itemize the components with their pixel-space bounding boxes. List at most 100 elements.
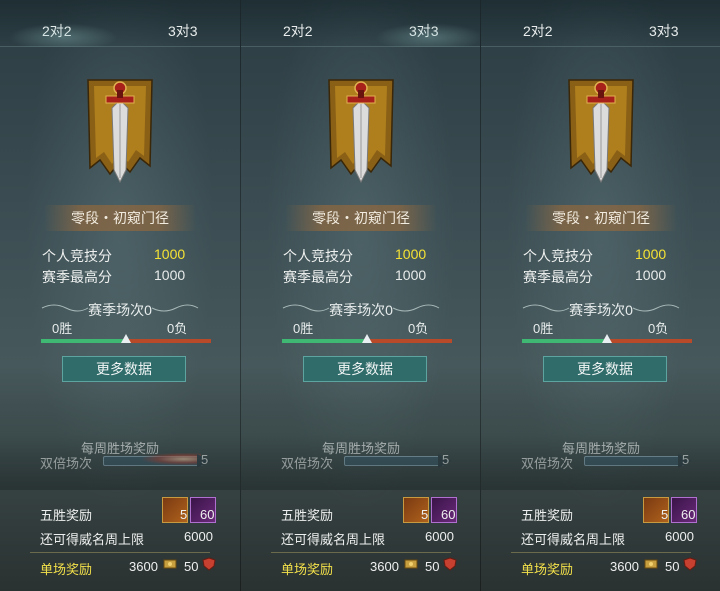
coin-icon — [644, 559, 658, 569]
tab-3v3[interactable]: 3对3 — [168, 21, 198, 41]
season-best-value: 1000 — [154, 267, 186, 283]
reward-gold-count: 5 — [180, 507, 188, 522]
season-matches: 赛季场次0 — [88, 302, 152, 318]
season-matches: 赛季场次0 — [569, 302, 633, 318]
personal-score-value: 1000 — [154, 246, 186, 262]
double-matches-label: 双倍场次 — [40, 456, 93, 471]
divider — [511, 552, 691, 553]
right-ornament-icon — [632, 304, 680, 312]
personal-score-value: 1000 — [635, 246, 667, 262]
fame-shield-icon — [202, 557, 216, 571]
five-win-label: 五胜奖励 — [281, 508, 334, 523]
rank-name: 零段・初窥门径 — [525, 205, 677, 231]
fame-cap-label: 还可得威名周上限 — [40, 532, 145, 547]
wins-count: 0胜 — [52, 321, 73, 336]
wins-count: 0胜 — [293, 321, 314, 336]
win-loss-bar — [282, 334, 452, 343]
mode-tabs: 2对2 3对3 — [0, 0, 240, 47]
coin-icon — [163, 559, 177, 569]
tab-3v3[interactable]: 3对3 — [649, 21, 679, 41]
win-segment — [41, 339, 126, 343]
rank-name: 零段・初窥门径 — [44, 205, 196, 231]
reward-purple-count: 60 — [200, 507, 215, 522]
right-ornament-icon — [392, 304, 440, 312]
arena-panel-3: 2对2 3对3 零段・初窥门径 个人竞技分 1000 赛季最高分 1000 赛季… — [480, 0, 720, 591]
more-data-button[interactable]: 更多数据 — [543, 356, 667, 382]
fame-cap-value: 6000 — [665, 529, 694, 544]
fame-cap-label: 还可得威名周上限 — [281, 532, 386, 547]
double-matches-label: 双倍场次 — [281, 456, 334, 471]
personal-score-label: 个人竞技分 — [523, 248, 593, 264]
reward-purple-count: 60 — [681, 507, 696, 522]
losses-count: 0负 — [648, 321, 669, 336]
tab-2v2[interactable]: 2对2 — [523, 21, 553, 41]
loss-segment — [367, 339, 452, 343]
personal-score-value: 1000 — [395, 246, 427, 262]
wins-count: 0胜 — [533, 321, 554, 336]
weekly-progress-bar: 5 — [344, 452, 456, 468]
rank-name: 零段・初窥门径 — [285, 205, 437, 231]
single-reward-coin: 3600 — [370, 559, 399, 574]
losses-count: 0负 — [408, 321, 429, 336]
double-matches-label: 双倍场次 — [521, 456, 574, 471]
season-best-label: 赛季最高分 — [523, 269, 593, 285]
double-matches-value: 5 — [442, 452, 450, 467]
tab-3v3[interactable]: 3对3 — [375, 21, 481, 47]
divider — [30, 552, 210, 553]
more-data-button[interactable]: 更多数据 — [303, 356, 427, 382]
sword-banner-emblem-icon — [87, 79, 153, 184]
win-segment — [522, 339, 607, 343]
arena-panel-1: 2对2 3对3 零段・初窥门径 个人竞技分 1000 赛季最高分 1000 赛季… — [0, 0, 240, 591]
right-ornament-icon — [151, 304, 199, 312]
mode-tabs: 2对2 3对3 — [481, 0, 720, 47]
personal-score-label: 个人竞技分 — [42, 248, 112, 264]
win-ratio-marker-icon — [121, 334, 131, 343]
weekly-progress-track — [344, 456, 444, 466]
loss-segment — [607, 339, 692, 343]
loss-segment — [126, 339, 211, 343]
fame-cap-value: 6000 — [425, 529, 454, 544]
weekly-progress-glow — [143, 453, 201, 465]
win-ratio-marker-icon — [602, 334, 612, 343]
single-reward-label: 单场奖励 — [40, 562, 93, 577]
season-best-label: 赛季最高分 — [42, 269, 112, 285]
fame-shield-icon — [443, 557, 457, 571]
double-matches-value: 5 — [201, 452, 209, 467]
single-reward-coin: 3600 — [129, 559, 158, 574]
win-loss-bar — [41, 334, 211, 343]
win-loss-bar — [522, 334, 692, 343]
weekly-progress-bar: 5 — [103, 452, 215, 468]
coin-icon — [404, 559, 418, 569]
win-segment — [282, 339, 367, 343]
season-best-value: 1000 — [395, 267, 427, 283]
more-data-button[interactable]: 更多数据 — [62, 356, 186, 382]
weekly-progress-track — [584, 456, 684, 466]
personal-score-label: 个人竞技分 — [283, 248, 353, 264]
losses-count: 0负 — [167, 321, 188, 336]
season-matches: 赛季场次0 — [329, 302, 393, 318]
season-best-label: 赛季最高分 — [283, 269, 353, 285]
fame-cap-value: 6000 — [184, 529, 213, 544]
tab-2v2[interactable]: 2对2 — [8, 21, 117, 47]
single-reward-coin: 3600 — [610, 559, 639, 574]
weekly-progress-bar: 5 — [584, 452, 696, 468]
mode-tabs: 2对2 3对3 — [241, 0, 481, 47]
reward-gold-count: 5 — [421, 507, 429, 522]
sword-banner-emblem-icon — [568, 79, 634, 184]
divider — [271, 552, 451, 553]
sword-banner-emblem-icon — [328, 79, 394, 184]
five-win-label: 五胜奖励 — [40, 508, 93, 523]
tab-2v2[interactable]: 2对2 — [283, 21, 313, 41]
double-matches-value: 5 — [682, 452, 690, 467]
single-reward-label: 单场奖励 — [281, 562, 334, 577]
single-reward-fame: 50 — [665, 559, 680, 574]
five-win-label: 五胜奖励 — [521, 508, 574, 523]
reward-gold-count: 5 — [661, 507, 669, 522]
season-best-value: 1000 — [635, 267, 667, 283]
single-reward-fame: 50 — [425, 559, 440, 574]
fame-cap-label: 还可得威名周上限 — [521, 532, 626, 547]
win-ratio-marker-icon — [362, 334, 372, 343]
single-reward-fame: 50 — [184, 559, 199, 574]
single-reward-label: 单场奖励 — [521, 562, 574, 577]
arena-panel-2: 2对2 3对3 零段・初窥门径 个人竞技分 1000 赛季最高分 1000 赛季… — [240, 0, 481, 591]
